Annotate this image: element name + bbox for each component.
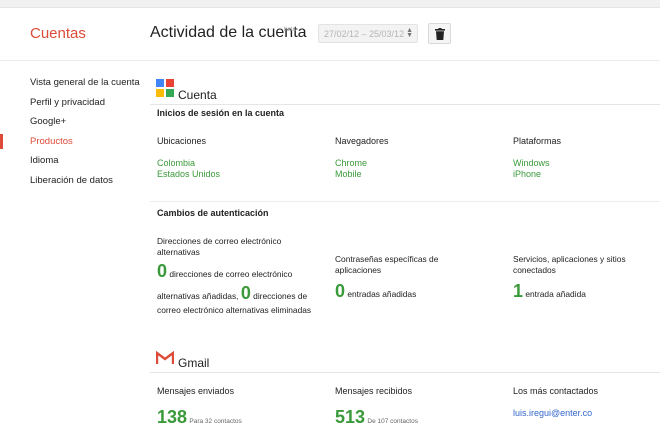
app-passwords-stat: 0 entradas añadidas: [335, 281, 416, 302]
alt-emails-added-text: alternativas añadidas,: [157, 291, 239, 301]
section-gmail-title: Gmail: [178, 356, 210, 370]
browser-item[interactable]: Mobile: [335, 169, 362, 180]
connected-services-label-line: conectados: [513, 265, 556, 275]
sent-messages-stat: 138 Para 32 contactos: [157, 407, 242, 428]
alt-emails-removed-count: 0: [240, 283, 251, 303]
received-messages-label: Mensajes recibidos: [335, 386, 413, 396]
browser-item[interactable]: Chrome: [335, 158, 367, 169]
alt-emails-label-line: Direcciones de correo electrónico: [157, 236, 282, 246]
top-bar: [0, 0, 660, 8]
platform-item[interactable]: iPhone: [513, 169, 541, 180]
connected-services-label-line: Servicios, aplicaciones y sitios: [513, 254, 626, 264]
browsers-label: Navegadores: [335, 136, 389, 146]
received-contacts: De 107 contactos: [367, 418, 418, 425]
sidebar-item-language[interactable]: Idioma: [0, 154, 140, 174]
received-messages-stat: 513 De 107 contactos: [335, 407, 418, 428]
location-item[interactable]: Estados Unidos: [157, 169, 220, 180]
date-range-value: 27/02/12 – 25/03/12: [324, 29, 405, 39]
app-passwords-label-line: Contraseñas específicas de: [335, 254, 439, 264]
app-passwords-text: entradas añadidas: [347, 289, 417, 299]
sidebar-item-data-liberation[interactable]: Liberación de datos: [0, 174, 140, 194]
logins-title: Inicios de sesión en la cuenta: [157, 108, 285, 118]
date-range-select[interactable]: 27/02/12 – 25/03/12 ▲ ▼: [318, 24, 418, 43]
section-gmail-header: Gmail: [150, 345, 660, 373]
alt-emails-removed-text: direcciones de: [253, 291, 308, 301]
auth-changes-title: Cambios de autenticación: [157, 208, 269, 218]
connected-services-count: 1: [513, 281, 524, 301]
alt-emails-added: 0 direcciones de correo electrónico: [157, 261, 292, 282]
location-item[interactable]: Colombia: [157, 158, 195, 169]
delete-button[interactable]: [428, 23, 451, 44]
gmail-icon: [156, 351, 174, 365]
sidebar-item-products[interactable]: Productos: [0, 133, 140, 155]
connected-services-text: entrada añadida: [525, 289, 586, 299]
connected-services-label: Servicios, aplicaciones y sitios conecta…: [513, 254, 660, 276]
alt-emails-removed-line: correo electrónico alternativas eliminad…: [157, 305, 312, 315]
app-passwords-label: Contraseñas específicas de aplicaciones: [335, 254, 510, 276]
section-divider: [150, 201, 660, 202]
beta-badge: beta: [284, 27, 296, 33]
top-contact-link[interactable]: luis.iregui@enter.co: [513, 408, 592, 418]
app-passwords-count: 0: [335, 281, 346, 301]
connected-services-stat: 1 entrada añadida: [513, 281, 586, 302]
sidebar-item-profile-privacy[interactable]: Perfil y privacidad: [0, 96, 140, 116]
up-down-arrows-icon: ▲ ▼: [406, 27, 413, 39]
sidebar-item-overview[interactable]: Vista general de la cuenta: [0, 76, 140, 96]
top-contacts-label: Los más contactados: [513, 386, 599, 396]
sidebar-nav: Vista general de la cuenta Perfil y priv…: [0, 76, 140, 193]
alt-emails-label-line: alternativas: [157, 247, 200, 257]
locations-label: Ubicaciones: [157, 136, 207, 146]
platforms-label: Plataformas: [513, 136, 562, 146]
section-cuenta-title: Cuenta: [178, 88, 217, 102]
section-cuenta-header: Cuenta: [150, 77, 660, 105]
alt-emails-added-text: direcciones de correo electrónico: [169, 269, 293, 279]
trash-icon: [435, 28, 445, 40]
received-messages-count: 513: [335, 407, 366, 427]
sidebar-item-google-plus[interactable]: Google+: [0, 115, 140, 135]
app-passwords-label-line: aplicaciones: [335, 265, 382, 275]
google-account-icon: [156, 79, 174, 97]
brand-title[interactable]: Cuentas: [30, 25, 86, 42]
sent-messages-count: 138: [157, 407, 188, 427]
platform-item[interactable]: Windows: [513, 158, 550, 169]
sent-contacts: Para 32 contactos: [189, 418, 242, 425]
alt-emails-removed: alternativas añadidas, 0 direcciones de: [157, 283, 307, 304]
alt-emails-added-count: 0: [157, 261, 168, 281]
alt-emails-label: Direcciones de correo electrónico altern…: [157, 236, 332, 258]
header-divider: [0, 60, 660, 61]
sent-messages-label: Mensajes enviados: [157, 386, 235, 396]
